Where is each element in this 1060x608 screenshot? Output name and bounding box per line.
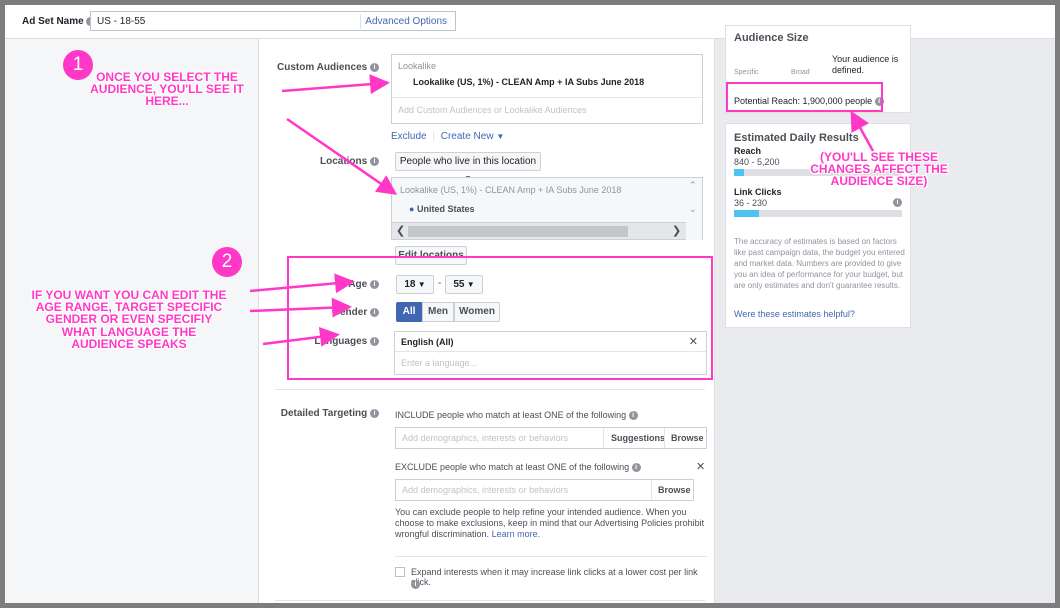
arrow-to-languages <box>262 326 340 347</box>
arrow-to-selected-audience <box>281 74 390 95</box>
screenshot-frame: Ad Set Name i US - 18-55 Advanced Option… <box>5 5 1055 603</box>
arrow-to-location-list <box>286 117 398 195</box>
annotation-arrows <box>249 74 875 347</box>
arrow-to-gender <box>249 297 352 318</box>
arrow-to-age <box>249 273 355 294</box>
arrow-to-potential-reach <box>850 110 875 152</box>
